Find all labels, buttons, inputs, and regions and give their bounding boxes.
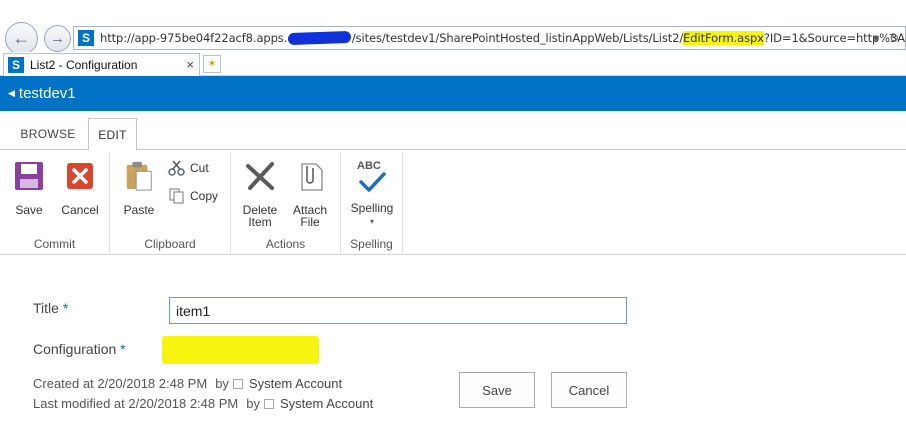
created-text: Created at 2/20/2018 2:48 PM <box>33 376 208 391</box>
url-prefix: http://app-975be04f22acf8.apps. <box>100 31 288 45</box>
checkmark-icon <box>359 172 386 192</box>
spelling-icon-wrap: ABC <box>356 160 388 192</box>
delete-label-2: Item <box>248 215 272 229</box>
attach-file-button[interactable]: Attach File <box>291 160 329 228</box>
modified-by-word: by <box>246 396 260 411</box>
modified-info: Last modified at 2/20/2018 2:48 PM by Sy… <box>33 396 373 411</box>
back-button[interactable]: ← <box>5 22 38 55</box>
browser-tab[interactable]: S List2 - Configuration × <box>3 53 200 76</box>
paperclip-icon <box>301 163 323 191</box>
address-bar[interactable]: S http://app-975be04f22acf8.apps. /sites… <box>73 26 906 50</box>
cancel-ribbon-button[interactable]: Cancel <box>60 160 100 216</box>
sharepoint-icon: S <box>8 57 24 73</box>
cut-button[interactable]: Cut <box>168 160 209 176</box>
created-by-word: by <box>215 376 229 391</box>
attach-label-2: File <box>300 215 320 229</box>
ribbon-group-commit: Save Cancel Commit <box>0 152 110 254</box>
browser-tab-row: S List2 - Configuration × ✶ <box>0 52 906 76</box>
clipboard-icon <box>126 161 152 191</box>
url-middle: /sites/testdev1/SharePointHosted_listinA… <box>351 31 684 45</box>
copy-button[interactable]: Copy <box>168 188 218 204</box>
tab-edit[interactable]: EDIT <box>88 118 137 151</box>
modified-by-user[interactable]: System Account <box>280 396 373 411</box>
new-tab-button[interactable]: ✶ <box>203 55 221 73</box>
ribbon-group-actions: Delete Item Attach File Actions <box>231 152 341 254</box>
address-bar-icons: ▾ ↻ <box>873 31 899 45</box>
paste-label: Paste <box>123 203 155 217</box>
ribbon: Save Cancel Commit Paste Cut Copy Clipbo… <box>0 150 906 255</box>
new-tab-icon: ✶ <box>207 58 217 70</box>
forward-button[interactable]: → <box>44 25 71 52</box>
paste-button[interactable]: Paste <box>122 160 156 216</box>
created-by-user[interactable]: System Account <box>249 376 342 391</box>
spelling-button[interactable]: ABC Spelling ▾ <box>347 160 397 228</box>
delete-x-icon <box>246 162 274 190</box>
presence-icon <box>263 398 274 409</box>
ribbon-group-spelling: ABC Spelling ▾ Spelling <box>341 152 403 254</box>
url-redaction <box>288 30 352 46</box>
browser-address-row: ← → S http://app-975be04f22acf8.apps. /s… <box>0 0 906 55</box>
chevron-down-icon: ▾ <box>369 217 374 226</box>
group-label-clipboard: Clipboard <box>144 237 196 251</box>
title-label-text: Title <box>33 300 59 316</box>
configuration-label-text: Configuration <box>33 341 117 357</box>
site-title-link[interactable]: testdev1 <box>19 85 76 102</box>
save-ribbon-button[interactable]: Save <box>12 160 46 216</box>
chevron-down-icon[interactable]: ▾ <box>873 31 879 45</box>
group-label-actions: Actions <box>265 237 306 251</box>
ribbon-group-clipboard: Paste Cut Copy Clipboard <box>110 152 231 254</box>
caret-left-icon: ◀ <box>8 88 15 98</box>
required-mark: * <box>120 341 126 357</box>
configuration-label: Configuration * <box>33 341 126 357</box>
back-arrow-icon: ← <box>12 28 31 48</box>
scissors-icon <box>168 160 185 176</box>
save-ribbon-label: Save <box>15 203 43 217</box>
required-mark: * <box>62 300 69 316</box>
tab-browse[interactable]: BROWSE <box>14 118 82 150</box>
configuration-field-redacted[interactable] <box>162 336 319 364</box>
title-label: Title * <box>33 300 68 316</box>
presence-icon <box>232 378 243 389</box>
group-label-commit: Commit <box>33 237 76 251</box>
abc-text: ABC <box>357 160 381 172</box>
copy-label: Copy <box>190 189 219 203</box>
forward-arrow-icon: → <box>50 30 65 47</box>
floppy-disk-icon <box>15 162 43 190</box>
cancel-ribbon-label: Cancel <box>61 203 99 217</box>
refresh-icon[interactable]: ↻ <box>889 31 899 45</box>
close-icon[interactable]: × <box>186 57 194 72</box>
url-highlight: EditForm.aspx <box>683 31 764 45</box>
sharepoint-icon: S <box>78 30 94 46</box>
spelling-label: Spelling <box>350 201 394 215</box>
title-input[interactable] <box>169 297 627 324</box>
cancel-button[interactable]: Cancel <box>551 372 627 408</box>
cut-label: Cut <box>190 161 209 175</box>
ribbon-tabs: BROWSE EDIT <box>0 111 906 151</box>
created-info: Created at 2/20/2018 2:48 PM by System A… <box>33 376 342 391</box>
save-button[interactable]: Save <box>459 372 535 408</box>
tab-title: List2 - Configuration <box>30 58 138 72</box>
close-icon <box>67 163 93 189</box>
group-label-spelling: Spelling <box>350 237 393 251</box>
modified-text: Last modified at 2/20/2018 2:48 PM <box>33 396 239 411</box>
delete-item-button[interactable]: Delete Item <box>241 160 279 228</box>
copy-icon <box>169 188 184 204</box>
suite-bar: ◀ testdev1 <box>0 76 906 111</box>
